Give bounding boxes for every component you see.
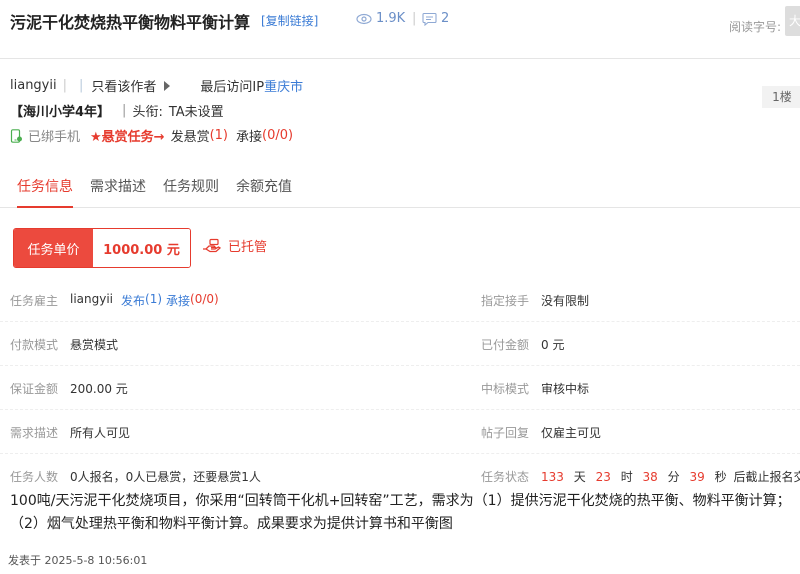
view-count-value: 1.9K [376,11,406,26]
countdown-seconds: 39 [689,470,705,484]
font-size-large-button[interactable]: 大 [785,6,800,36]
people-count-label: 任务人数 [10,470,59,484]
info-row: 需求描述 所有人可见 帖子回复 仅雇主可见 [0,410,800,454]
reply-count-value: 2 [441,11,450,26]
info-row: 任务雇主 liangyii 发布 (1) 承接 (0/0) 指定接手 没有限制 [0,278,800,322]
deposit-value: 200.00 元 [70,382,128,396]
task-info-grid: 任务雇主 liangyii 发布 (1) 承接 (0/0) 指定接手 没有限制 … [0,278,800,498]
deadline-text: 后截止报名交稿 [733,470,800,484]
post-timestamp: 发表于 2025-5-8 10:56:01 [8,554,148,567]
separator: | [62,78,67,93]
author-info-row: 【海川小学4年】 | 头衔: TA未设置 [10,101,224,120]
post-header: 污泥干化焚烧热平衡物料平衡计算 [复制链接] 1.9K | 2 阅读字号: 大 [0,0,800,50]
last-ip-label: 最后访问IP [200,80,265,95]
employer-accept-link[interactable]: 承接 [166,292,190,309]
author-status-row: 已绑手机 ★悬赏任务→ 发悬赏 (1) 承接 (0/0) [10,126,293,145]
phone-bound-label: 已绑手机 [28,130,81,145]
title-value: TA未设置 [168,105,224,120]
only-author-link[interactable]: 只看该作者 [91,76,156,95]
escrow-status: 已托管 [202,236,267,255]
assignee-value: 没有限制 [541,294,590,308]
tab-balance-recharge[interactable]: 余额充值 [236,170,292,208]
accept-count: (0/0) [262,128,294,143]
title-label: 头衔: [132,105,163,120]
desc-visibility-value: 所有人可见 [70,426,131,440]
bid-mode-value: 审核中标 [541,382,590,396]
countdown-minutes-unit: 分 [667,470,680,484]
author-row: liangyii | | 只看该作者 最后访问IP 重庆市 [10,76,303,95]
countdown-days: 133 [541,470,564,484]
task-tabs: 任务信息 需求描述 任务规则 余额充值 [0,170,800,208]
reply-visibility-label: 帖子回复 [481,426,530,440]
separator: | [79,78,84,93]
countdown-minutes: 38 [642,470,658,484]
post-body: 100吨/天污泥干化焚烧项目，你采用“回转筒干化机+回转窑”工艺，需求为（1）提… [10,493,791,532]
divider [0,58,800,59]
desc-visibility-label: 需求描述 [10,426,59,440]
countdown-hours: 23 [595,470,611,484]
info-row: 保证金额 200.00 元 中标模式 审核中标 [0,366,800,410]
employer-name[interactable]: liangyii [70,292,113,309]
task-price-box: 任务单价 1000.00 元 [13,228,191,268]
tab-task-rules[interactable]: 任务规则 [163,170,219,208]
escrow-label: 已托管 [228,240,268,255]
task-status-label: 任务状态 [481,470,530,484]
copy-link-button[interactable]: [复制链接] [261,12,318,29]
employer-label: 任务雇主 [10,294,59,308]
task-price-label: 任务单价 [14,229,93,267]
triangle-right-icon [164,80,171,91]
tab-task-info[interactable]: 任务信息 [17,170,73,208]
phone-icon [10,128,22,143]
separator: | [412,11,417,26]
author-school: 【海川小学4年】 [10,105,111,120]
author-name[interactable]: liangyii [10,78,57,93]
paid-amount-label: 已付金额 [481,338,530,352]
info-row: 付款模式 悬赏模式 已付金额 0 元 [0,322,800,366]
post-reward-label[interactable]: 发悬赏 [171,126,210,145]
post-reward-count: (1) [209,128,229,143]
pay-mode-label: 付款模式 [10,338,59,352]
reply-count: 2 [422,11,449,26]
paid-amount-value: 0 元 [541,338,565,352]
pay-mode-value: 悬赏模式 [70,338,119,352]
tab-requirement-desc[interactable]: 需求描述 [90,170,146,208]
task-price-value: 1000.00 元 [93,229,190,267]
escrow-hand-icon [203,238,222,252]
floor-badge: 1楼 [762,86,800,108]
comment-icon [422,12,437,26]
employer-publish-count: (1) [145,292,163,306]
post-title: 污泥干化焚烧热平衡物料平衡计算 [10,13,251,32]
reward-task-link[interactable]: ★悬赏任务→ [90,126,165,145]
people-count-value: 0人报名，0人已悬赏，还要悬赏1人 [70,470,261,484]
countdown-days-unit: 天 [573,470,586,484]
separator: | [122,103,127,118]
employer-publish-link[interactable]: 发布 [121,292,145,309]
countdown-seconds-unit: 秒 [714,470,727,484]
last-ip-city: 重庆市 [264,80,304,95]
accept-label[interactable]: 承接 [236,126,262,145]
countdown-hours-unit: 时 [620,470,633,484]
view-count: 1.9K [356,11,405,26]
deposit-label: 保证金额 [10,382,59,396]
assignee-label: 指定接手 [481,294,530,308]
read-font-size-label: 阅读字号: [729,20,782,34]
eye-icon [356,13,372,24]
employer-accept-count: (0/0) [190,292,219,306]
reply-visibility-value: 仅雇主可见 [541,426,602,440]
task-countdown: 133 天 23 时 38 分 39 秒 后截止报名交稿 [541,468,800,485]
bid-mode-label: 中标模式 [481,382,530,396]
